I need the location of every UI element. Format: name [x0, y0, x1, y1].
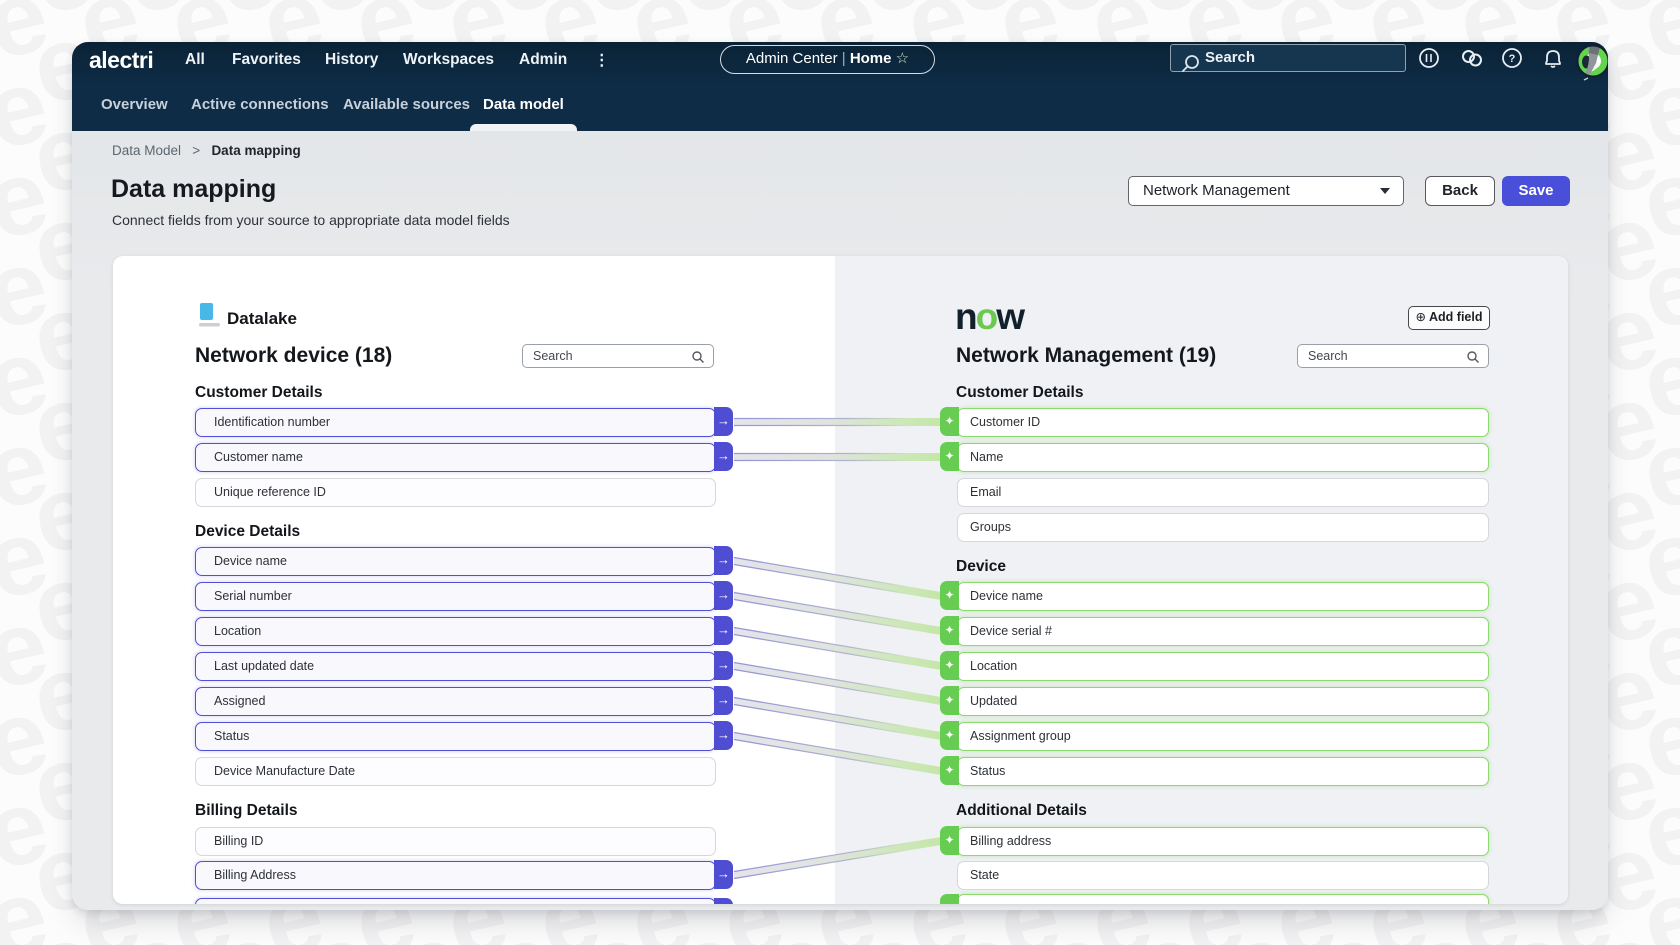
svg-text:?: ?: [1509, 53, 1516, 65]
